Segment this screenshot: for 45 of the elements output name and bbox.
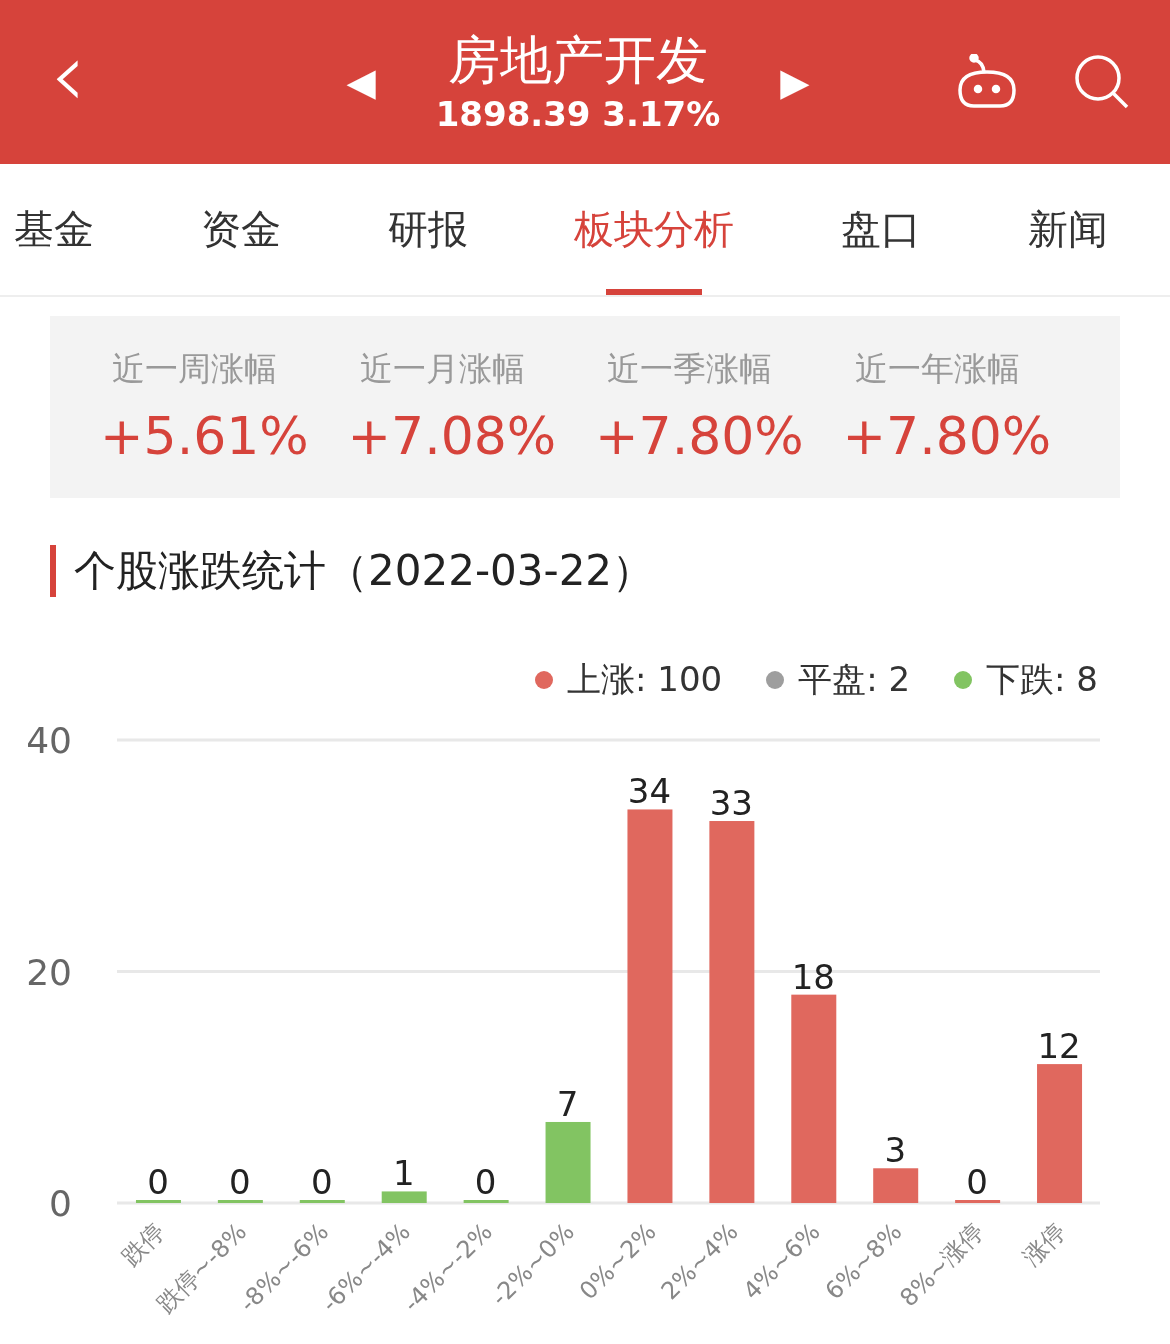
section-marker xyxy=(50,544,56,597)
data-label: 34 xyxy=(627,771,672,812)
bar xyxy=(873,1168,919,1203)
previous-icon[interactable]: ◀ xyxy=(326,60,396,105)
data-label: 18 xyxy=(791,956,835,997)
bar xyxy=(299,1199,345,1203)
data-label: 0 xyxy=(310,1161,333,1202)
search-icon[interactable] xyxy=(1074,54,1130,111)
data-label: 0 xyxy=(229,1161,251,1202)
data-label: 3 xyxy=(884,1130,907,1171)
data-label: 0 xyxy=(147,1161,169,1202)
bar xyxy=(463,1199,509,1203)
axis-label: 涨停 xyxy=(1017,1217,1072,1272)
legend-label: 下跌: 8 xyxy=(986,657,1098,701)
stat-value: +7.80% xyxy=(842,406,1052,467)
stat-label: 近一年涨幅 xyxy=(854,348,1020,391)
bar xyxy=(217,1199,263,1203)
page-title: 房地产开发 xyxy=(448,29,708,93)
data-label: 12 xyxy=(1037,1025,1081,1066)
data-label: 0 xyxy=(966,1161,988,1202)
axis-label: 40 xyxy=(26,719,72,761)
axis-label: 跌停 xyxy=(116,1217,171,1272)
legend-label: 平盘: 2 xyxy=(798,657,911,701)
stat-label: 近一季涨幅 xyxy=(607,348,772,391)
stat-value: +7.08% xyxy=(347,406,557,467)
data-label: 7 xyxy=(556,1083,579,1124)
axis-label: 20 xyxy=(26,951,72,993)
data-label: 33 xyxy=(709,782,753,823)
tab[interactable]: 板块分析 xyxy=(574,164,735,295)
axis-label: 0 xyxy=(49,1182,72,1224)
data-label: 0 xyxy=(474,1161,497,1202)
stat-label: 近一月涨幅 xyxy=(359,348,525,391)
bar xyxy=(955,1199,1001,1203)
stat-value: +5.61% xyxy=(100,406,309,467)
legend-label: 上涨: 100 xyxy=(567,657,723,701)
robot-icon[interactable] xyxy=(956,54,1018,111)
data-label: 1 xyxy=(392,1153,415,1194)
index-quote: 1898.39 3.17% xyxy=(435,93,721,137)
stat-label: 近一周涨幅 xyxy=(112,348,277,391)
stat-value: +7.80% xyxy=(595,406,804,467)
bar xyxy=(135,1199,181,1203)
bar xyxy=(381,1191,427,1203)
next-icon[interactable]: ▶ xyxy=(760,60,830,105)
back-icon[interactable]: ‹ xyxy=(50,30,110,121)
section-title: 个股涨跌统计（2022-03-22） xyxy=(74,544,655,597)
